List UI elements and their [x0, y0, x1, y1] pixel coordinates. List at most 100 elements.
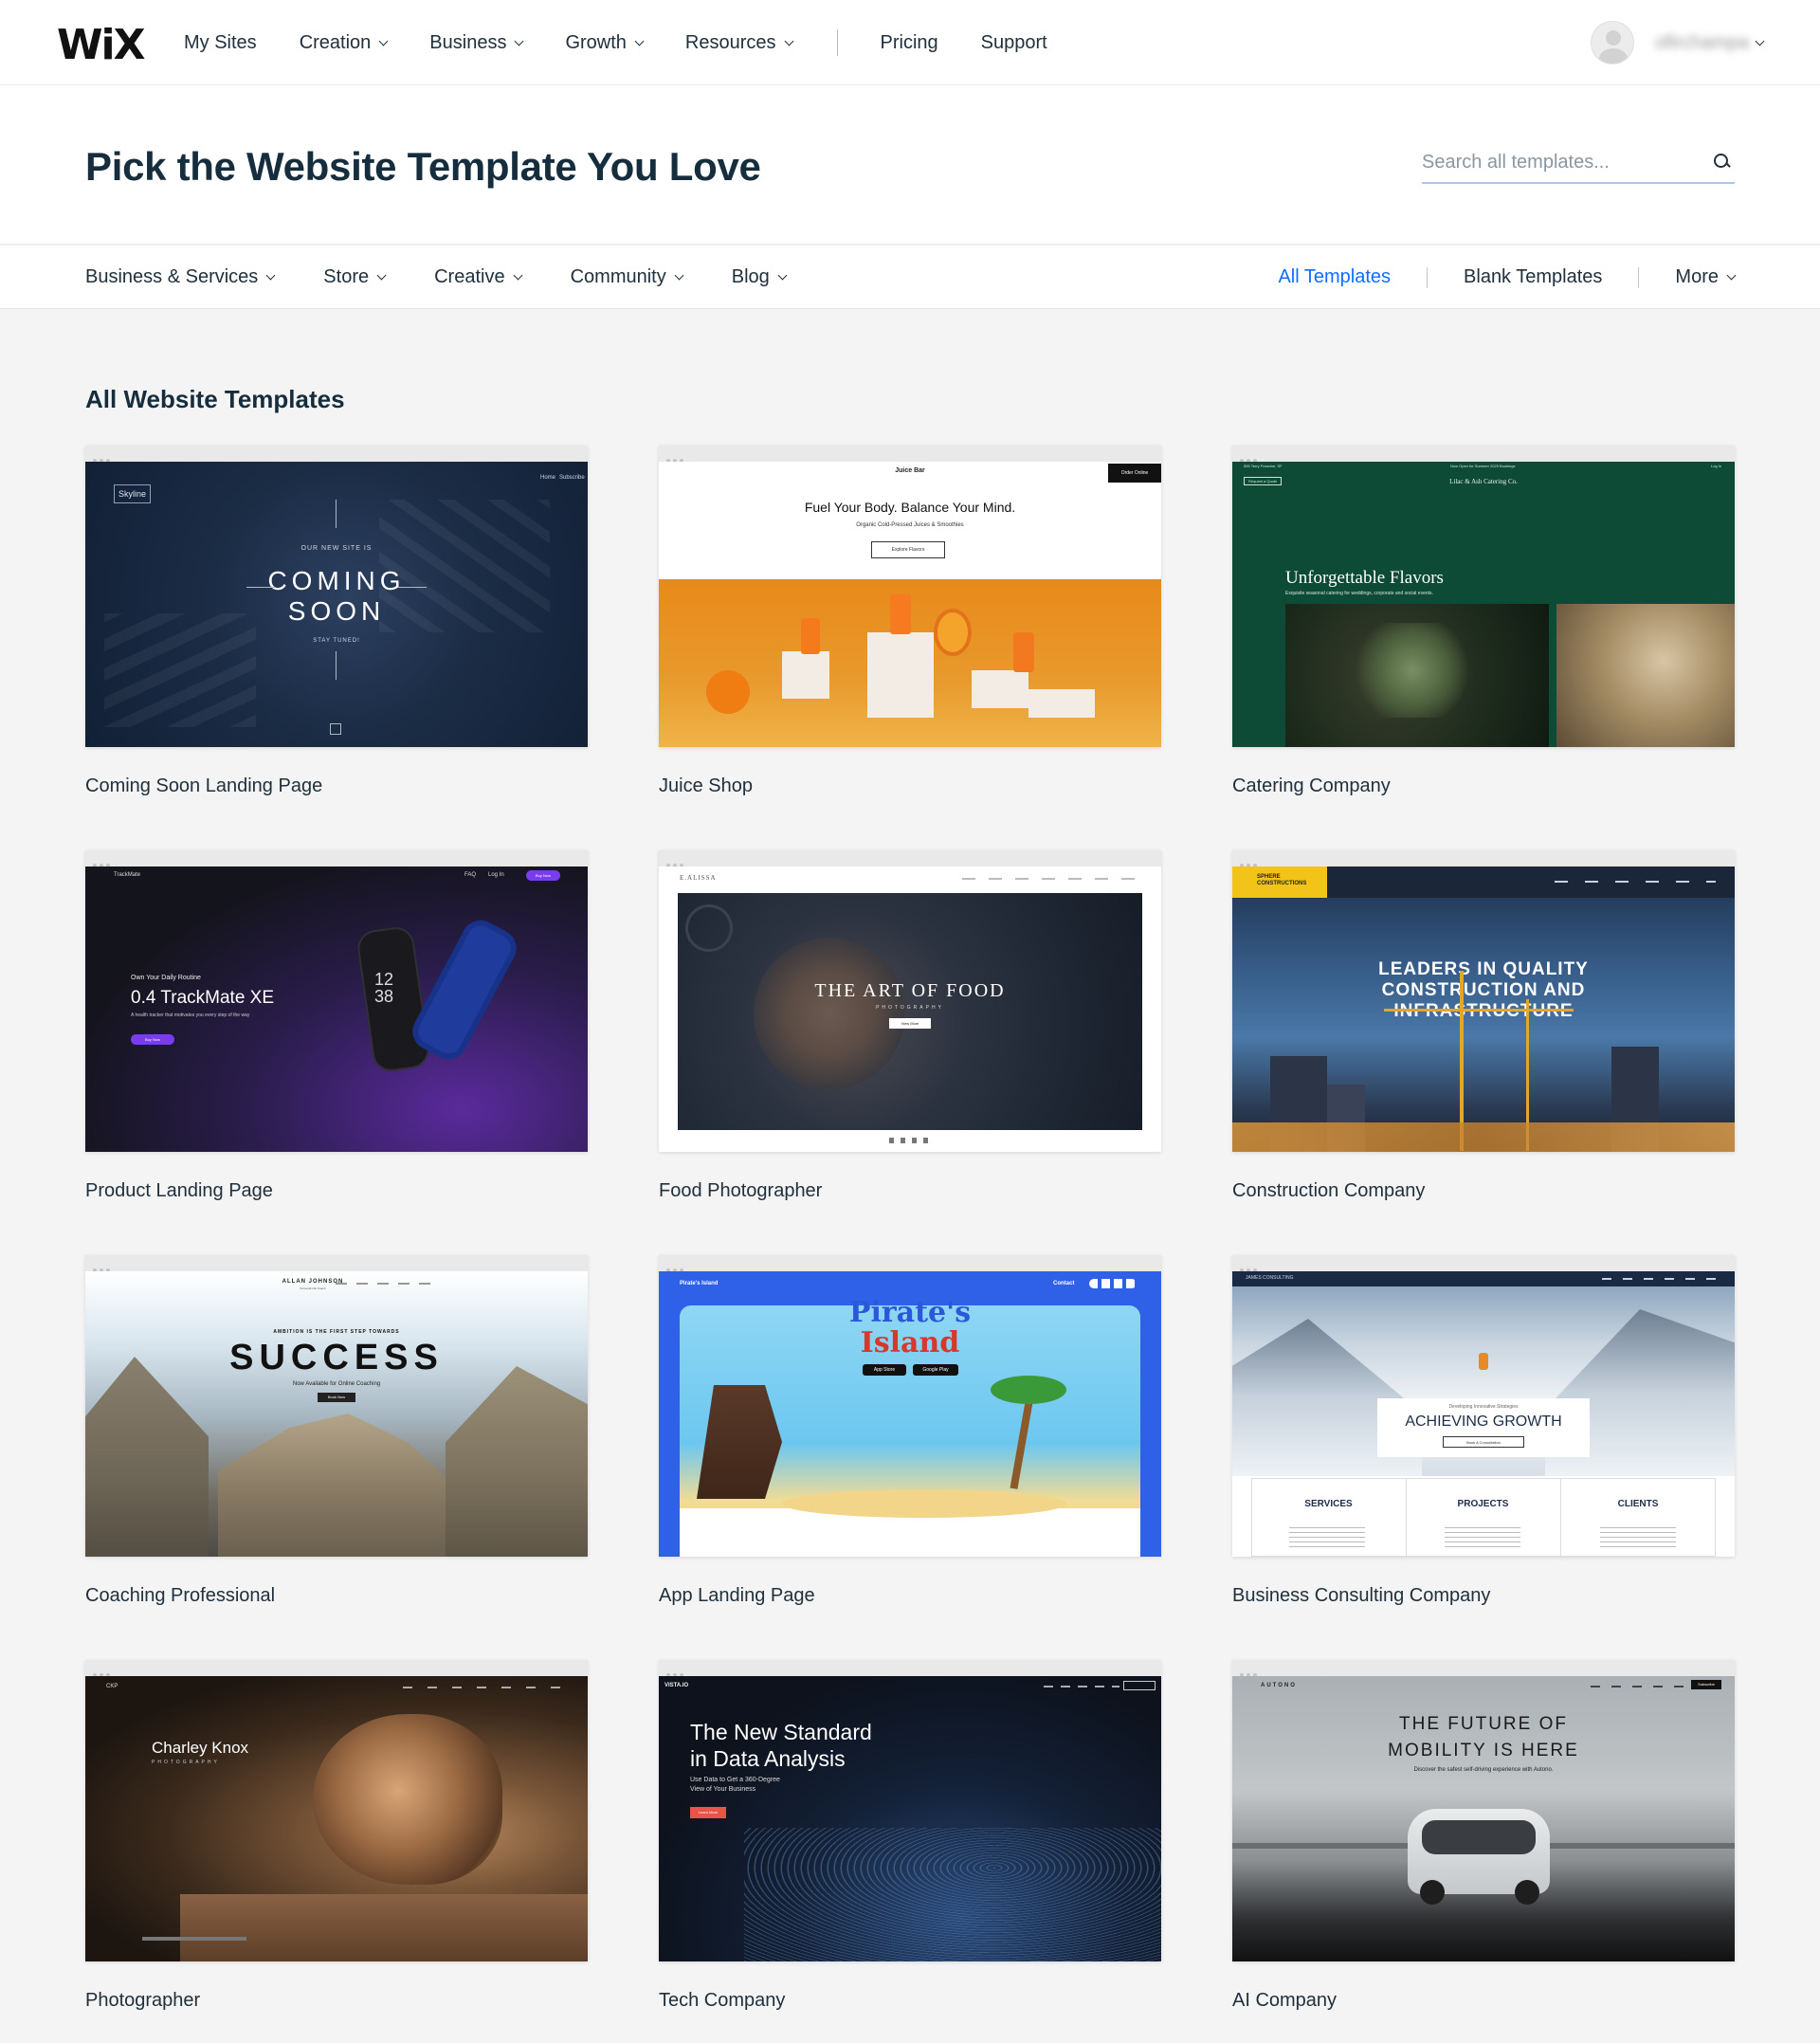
browser-dots — [1240, 1665, 1268, 1677]
template-thumbnail[interactable]: E.ALISSA THE ART OF FOOD PHOTOGRAPHY Vie… — [659, 850, 1161, 1152]
template-name[interactable]: Product Landing Page — [85, 1180, 588, 1202]
nav-label: Business — [429, 31, 507, 53]
template-card[interactable]: 555 Terry Francine, SF Now Open for Summ… — [1232, 446, 1735, 797]
template-thumbnail[interactable]: CKP Charley Knox PHOTOGRAPHY — [85, 1660, 588, 1961]
thumb-sub: Discover the safest self-driving experie… — [1413, 1767, 1554, 1773]
nav-pricing[interactable]: Pricing — [881, 32, 938, 54]
thumb-watch-time-2: 38 — [374, 987, 394, 1006]
thumb-google-play: Google Play — [913, 1364, 958, 1376]
template-name[interactable]: Photographer — [85, 1990, 588, 2012]
template-thumbnail[interactable]: TrackMate FAQ Log In Buy Now Own Your Da… — [85, 850, 588, 1152]
thumb-sub: PHOTOGRAPHY — [152, 1760, 220, 1765]
browser-dots — [93, 1665, 121, 1677]
template-card[interactable]: SPHERE CONSTRUCTIONS LEADERS IN QUALITY … — [1232, 850, 1735, 1202]
chevron-down-icon — [378, 36, 389, 46]
thumb-kicker: AMBITION IS THE FIRST STEP TOWARDS — [273, 1329, 400, 1335]
template-name[interactable]: Food Photographer — [659, 1180, 1161, 1202]
template-thumbnail[interactable]: Skyline Home Subscribe OUR NEW SITE IS C… — [85, 446, 588, 747]
template-card[interactable]: CKP Charley Knox PHOTOGRAPHY Photographe… — [85, 1660, 588, 2012]
template-card[interactable]: ALLAN JOHNSON Personal Life Coach AMBITI… — [85, 1255, 588, 1607]
category-blog[interactable]: Blog — [732, 266, 788, 288]
wix-logo[interactable]: WiX — [57, 21, 146, 69]
template-thumbnail[interactable]: JAMES CONSULTING Developing Innovative S… — [1232, 1255, 1735, 1557]
thumb-brand: VISTA.IO — [664, 1683, 689, 1688]
template-thumbnail[interactable]: Pirate's Island Contact Pirate's Island … — [659, 1255, 1161, 1557]
page-header: Pick the Website Template You Love — [0, 85, 1820, 245]
thumb-cta: Explore Flavors — [871, 541, 945, 558]
browser-dots — [1240, 855, 1268, 867]
thumb-login: Log In — [1711, 464, 1722, 468]
template-card[interactable]: E.ALISSA THE ART OF FOOD PHOTOGRAPHY Vie… — [659, 850, 1161, 1202]
template-card[interactable]: Pirate's Island Contact Pirate's Island … — [659, 1255, 1161, 1607]
template-card[interactable]: Juice Bar Order Online Fuel Your Body. B… — [659, 446, 1161, 797]
thumb-headline: ACHIEVING GROWTH — [1405, 1414, 1562, 1430]
thumb-nav-home: Home — [540, 475, 556, 481]
template-thumbnail[interactable]: ALLAN JOHNSON Personal Life Coach AMBITI… — [85, 1255, 588, 1557]
template-name[interactable]: App Landing Page — [659, 1585, 1161, 1607]
thumb-cta: View More — [889, 1018, 931, 1029]
thumb-nav-subscribe: Subscribe — [559, 475, 585, 481]
thumb-sub-2: View of Your Business — [690, 1786, 756, 1793]
category-store[interactable]: Store — [323, 266, 387, 288]
template-thumbnail[interactable]: AUTONO Subscribe THE FUTURE OF MOBILITY … — [1232, 1660, 1735, 1961]
template-card[interactable]: Skyline Home Subscribe OUR NEW SITE IS C… — [85, 446, 588, 797]
category-label: Store — [323, 266, 370, 287]
nav-my-sites[interactable]: My Sites — [184, 32, 257, 54]
category-label: Creative — [434, 266, 505, 287]
template-card[interactable]: VISTA.IO The New Standard in Data Analys… — [659, 1660, 1161, 2012]
category-community[interactable]: Community — [570, 266, 684, 288]
thumb-sub: A health tracker that motivates you ever… — [131, 1012, 250, 1018]
browser-dots — [666, 1260, 695, 1272]
thumb-sub: STAY TUNED! — [313, 638, 360, 644]
template-name[interactable]: Business Consulting Company — [1232, 1585, 1735, 1607]
nav-creation[interactable]: Creation — [300, 32, 389, 54]
more-menu[interactable]: More — [1675, 266, 1737, 288]
thumb-brand: Juice Bar — [895, 467, 925, 474]
nav-resources[interactable]: Resources — [685, 32, 793, 54]
thumb-headline-1: LEADERS IN QUALITY — [1378, 959, 1589, 979]
category-label: Business & Services — [85, 266, 259, 287]
template-name[interactable]: AI Company — [1232, 1990, 1735, 2012]
template-thumbnail[interactable]: SPHERE CONSTRUCTIONS LEADERS IN QUALITY … — [1232, 850, 1735, 1152]
thumbnail-image: CKP Charley Knox PHOTOGRAPHY — [85, 1676, 588, 1961]
tab-blank-templates[interactable]: Blank Templates — [1464, 266, 1602, 288]
category-creative[interactable]: Creative — [434, 266, 523, 288]
search-icon[interactable] — [1712, 152, 1733, 173]
template-name[interactable]: Coming Soon Landing Page — [85, 775, 588, 797]
template-card[interactable]: TrackMate FAQ Log In Buy Now Own Your Da… — [85, 850, 588, 1202]
chevron-down-icon — [777, 270, 788, 281]
avatar[interactable] — [1591, 21, 1635, 64]
nav-business[interactable]: Business — [429, 31, 524, 54]
user-menu[interactable]: ofirchampa — [1591, 0, 1765, 85]
browser-dots — [666, 450, 695, 463]
nav-support[interactable]: Support — [981, 32, 1047, 54]
thumb-watch-time-1: 12 — [374, 970, 394, 989]
thumbnail-image: E.ALISSA THE ART OF FOOD PHOTOGRAPHY Vie… — [659, 866, 1161, 1152]
thumb-cta: Learn More — [690, 1807, 726, 1818]
search-input[interactable] — [1422, 151, 1712, 173]
template-thumbnail[interactable]: 555 Terry Francine, SF Now Open for Summ… — [1232, 446, 1735, 747]
thumb-subscribe: Subscribe — [1691, 1680, 1721, 1689]
template-name[interactable]: Tech Company — [659, 1990, 1161, 2012]
nav-growth[interactable]: Growth — [565, 32, 645, 54]
category-label: Community — [570, 266, 666, 287]
nav-label: Support — [980, 31, 1047, 53]
thumb-headline-1: COMING — [267, 566, 406, 595]
tab-all-templates[interactable]: All Templates — [1278, 266, 1391, 288]
thumb-brand: CKP — [106, 1684, 118, 1689]
template-name[interactable]: Juice Shop — [659, 775, 1161, 797]
thumb-cta: Buy Now — [131, 1034, 174, 1045]
template-thumbnail[interactable]: VISTA.IO The New Standard in Data Analys… — [659, 1660, 1161, 1961]
template-name[interactable]: Construction Company — [1232, 1180, 1735, 1202]
chevron-down-icon — [674, 270, 684, 281]
template-card[interactable]: JAMES CONSULTING Developing Innovative S… — [1232, 1255, 1735, 1607]
template-card[interactable]: AUTONO Subscribe THE FUTURE OF MOBILITY … — [1232, 1660, 1735, 2012]
template-thumbnail[interactable]: Juice Bar Order Online Fuel Your Body. B… — [659, 446, 1161, 747]
template-name[interactable]: Catering Company — [1232, 775, 1735, 797]
thumb-headline: Charley Knox — [152, 1739, 249, 1757]
top-navigation: WiX My Sites Creation Business Growth Re… — [0, 0, 1820, 85]
thumbnail-image: TrackMate FAQ Log In Buy Now Own Your Da… — [85, 866, 588, 1152]
browser-dots — [666, 1665, 695, 1677]
template-name[interactable]: Coaching Professional — [85, 1585, 588, 1607]
category-business-services[interactable]: Business & Services — [85, 266, 276, 288]
